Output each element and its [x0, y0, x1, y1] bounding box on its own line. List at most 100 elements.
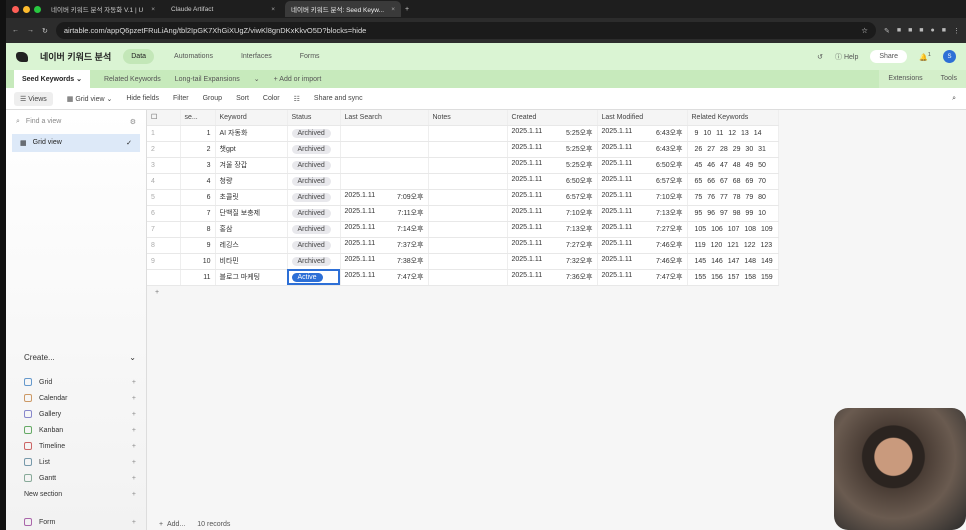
created-cell[interactable]: 2025.1.11 7:27오후 — [507, 237, 598, 254]
keyword-cell[interactable]: 청량 — [215, 173, 288, 190]
created-cell[interactable]: 2025.1.11 5:25오후 — [507, 125, 598, 142]
last-search-cell[interactable]: 2025.1.11 7:47오후 — [340, 269, 429, 286]
close-icon[interactable]: × — [391, 6, 395, 13]
filter-button[interactable]: Filter — [173, 95, 189, 102]
status-cell[interactable]: Archived — [287, 141, 341, 158]
row-number[interactable]: 3 — [147, 157, 181, 174]
find-view-input[interactable]: ⌕ Find a view ⚙ — [16, 118, 136, 126]
chevron-down-icon[interactable]: ⌄ — [254, 75, 260, 83]
notes-cell[interactable] — [428, 269, 508, 286]
sort-button[interactable]: Sort — [236, 95, 249, 102]
share-button[interactable]: Share — [870, 50, 908, 63]
keyword-cell[interactable]: AI 자동화 — [215, 125, 288, 142]
status-cell[interactable]: Archived — [287, 205, 341, 222]
status-cell[interactable]: Archived — [287, 189, 341, 206]
created-cell[interactable]: 2025.1.11 7:13오후 — [507, 221, 598, 238]
create-calendar[interactable]: Calendar + — [24, 390, 136, 406]
status-cell[interactable]: Archived — [287, 253, 341, 270]
search-icon[interactable]: ⌕ — [952, 95, 956, 103]
views-button[interactable]: ☰ Views — [14, 91, 53, 106]
table-row[interactable]: 1 1 AI 자동화 Archived 2025.1.11 5:25오후 2025… — [147, 125, 779, 142]
create-timeline[interactable]: Timeline + — [24, 438, 136, 454]
last-search-cell[interactable]: 2025.1.11 7:09오후 — [340, 189, 429, 206]
keyword-cell[interactable]: 단백질 보충제 — [215, 205, 288, 222]
status-cell[interactable]: Active — [287, 269, 341, 286]
created-cell[interactable]: 2025.1.11 7:10오후 — [507, 205, 598, 222]
column-header-keyword[interactable]: Keyword — [215, 110, 288, 126]
create-gantt[interactable]: Gantt + — [24, 470, 136, 486]
keyword-cell[interactable]: 레깅스 — [215, 237, 288, 254]
row-number[interactable]: 1 — [147, 125, 181, 142]
minimize-window-icon[interactable] — [23, 5, 30, 13]
column-header-created[interactable]: Created — [507, 110, 598, 126]
notes-cell[interactable] — [428, 141, 508, 158]
color-button[interactable]: Color — [263, 95, 280, 102]
new-section-button[interactable]: New section + — [24, 486, 136, 502]
last-search-cell[interactable]: 2025.1.11 7:38오후 — [340, 253, 429, 270]
notes-cell[interactable] — [428, 205, 508, 222]
extensions-button[interactable]: Extensions — [879, 70, 931, 88]
se-cell[interactable]: 11 — [180, 269, 216, 286]
notes-cell[interactable] — [428, 221, 508, 238]
se-cell[interactable]: 1 — [180, 125, 216, 142]
close-icon[interactable]: × — [271, 6, 275, 13]
column-header-last-modified[interactable]: Last Modified — [597, 110, 688, 126]
status-cell[interactable]: Archived — [287, 221, 341, 238]
related-keywords-cell[interactable]: 145 146 147 148 149 — [687, 253, 779, 270]
status-cell[interactable]: Archived — [287, 237, 341, 254]
row-number[interactable]: 2 — [147, 141, 181, 158]
related-keywords-cell[interactable]: 9 10 11 12 13 14 — [687, 125, 779, 142]
column-header-last-search[interactable]: Last Search — [340, 110, 429, 126]
url-input[interactable]: airtable.com/appQ6pzetFRuLiAng/tbl2IpGK7… — [55, 22, 876, 39]
related-keywords-cell[interactable]: 65 66 67 68 69 70 — [687, 173, 779, 190]
row-height-icon[interactable]: ☷ — [294, 95, 300, 103]
tools-button[interactable]: Tools — [932, 70, 966, 88]
related-keywords-cell[interactable]: 119 120 121 122 123 — [687, 237, 779, 254]
forward-icon[interactable]: → — [27, 27, 34, 34]
keyword-cell[interactable]: 챗gpt — [215, 141, 288, 158]
last-modified-cell[interactable]: 2025.1.11 7:46오후 — [597, 237, 688, 254]
create-gallery[interactable]: Gallery + — [24, 406, 136, 422]
status-cell[interactable]: Archived — [287, 173, 341, 190]
avatar[interactable]: S — [943, 50, 956, 63]
created-cell[interactable]: 2025.1.11 7:32오후 — [507, 253, 598, 270]
hide-fields-button[interactable]: Hide fields — [126, 95, 159, 102]
history-icon[interactable]: ↺ — [817, 53, 823, 61]
browser-tab[interactable]: Claude Artifact × — [165, 1, 281, 17]
sidebar-item-grid-view[interactable]: ▦ Grid view ✓ — [12, 134, 140, 152]
se-cell[interactable]: 4 — [180, 173, 216, 190]
last-search-cell[interactable] — [340, 173, 429, 190]
created-cell[interactable]: 2025.1.11 6:57오후 — [507, 189, 598, 206]
created-cell[interactable]: 2025.1.11 7:36오후 — [507, 269, 598, 286]
row-number[interactable]: 6 — [147, 205, 181, 222]
browser-tab-active[interactable]: 네이버 키워드 분석: Seed Keyw... × — [285, 1, 401, 17]
notes-cell[interactable] — [428, 173, 508, 190]
tab-seed-keywords[interactable]: Seed Keywords ⌄ — [14, 70, 90, 88]
column-header-status[interactable]: Status — [287, 110, 341, 126]
table-row[interactable]: 4 4 청량 Archived 2025.1.11 6:50오후 2025.1.1… — [147, 173, 779, 190]
select-all-checkbox[interactable]: ☐ — [147, 110, 181, 126]
last-modified-cell[interactable]: 2025.1.11 7:47오후 — [597, 269, 688, 286]
create-list[interactable]: List + — [24, 454, 136, 470]
related-keywords-cell[interactable]: 75 76 77 78 79 80 — [687, 189, 779, 206]
nav-automations[interactable]: Automations — [166, 49, 221, 64]
related-keywords-cell[interactable]: 45 46 47 48 49 50 — [687, 157, 779, 174]
table-row[interactable]: 3 3 겨울 장갑 Archived 2025.1.11 5:25오후 2025.… — [147, 157, 779, 174]
share-sync-button[interactable]: Share and sync — [314, 95, 363, 102]
se-cell[interactable]: 3 — [180, 157, 216, 174]
table-row[interactable]: 7 8 홍삼 Archived 2025.1.11 7:14오후 2025.1.1… — [147, 221, 779, 238]
new-tab-icon[interactable]: + — [405, 6, 409, 13]
notes-cell[interactable] — [428, 125, 508, 142]
add-record-button[interactable]: + Add... — [159, 521, 185, 528]
notes-cell[interactable] — [428, 253, 508, 270]
last-modified-cell[interactable]: 2025.1.11 6:50오후 — [597, 157, 688, 174]
row-number[interactable]: 8 — [147, 237, 181, 254]
column-header-notes[interactable]: Notes — [428, 110, 508, 126]
add-row-button[interactable]: + — [147, 286, 966, 299]
se-cell[interactable]: 8 — [180, 221, 216, 238]
notes-cell[interactable] — [428, 189, 508, 206]
table-row[interactable]: 6 7 단백질 보충제 Archived 2025.1.11 7:11오후 202… — [147, 205, 779, 222]
create-grid[interactable]: Grid + — [24, 374, 136, 390]
last-search-cell[interactable]: 2025.1.11 7:14오후 — [340, 221, 429, 238]
status-cell[interactable]: Archived — [287, 125, 341, 142]
